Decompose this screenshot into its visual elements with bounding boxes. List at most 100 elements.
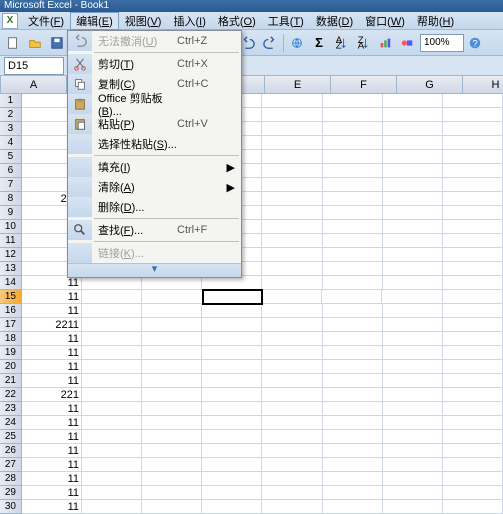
cell-H18[interactable]: [443, 332, 503, 346]
row-header-2[interactable]: 2: [0, 108, 22, 122]
cell-E17[interactable]: [262, 318, 322, 332]
menu-格式[interactable]: 格式(O): [212, 12, 262, 30]
cell-E7[interactable]: [262, 178, 322, 192]
cell-E29[interactable]: [262, 486, 322, 500]
cell-C16[interactable]: [142, 304, 202, 318]
cell-G26[interactable]: [383, 444, 443, 458]
chart-icon[interactable]: [375, 33, 395, 53]
row-header-16[interactable]: 16: [0, 304, 22, 318]
menu-item-剪切[interactable]: 剪切(T)Ctrl+X: [68, 54, 241, 74]
sort-desc-icon[interactable]: ZA: [353, 33, 373, 53]
cell-D17[interactable]: [202, 318, 262, 332]
cell-H25[interactable]: [443, 430, 503, 444]
cell-E18[interactable]: [262, 332, 322, 346]
cell-B16[interactable]: [82, 304, 142, 318]
cell-C24[interactable]: [142, 416, 202, 430]
cell-C25[interactable]: [142, 430, 202, 444]
cell-D26[interactable]: [202, 444, 262, 458]
cell-A27[interactable]: 11: [22, 458, 82, 472]
cell-C21[interactable]: [142, 374, 202, 388]
cell-B23[interactable]: [82, 402, 142, 416]
cell-B18[interactable]: [82, 332, 142, 346]
row-header-3[interactable]: 3: [0, 122, 22, 136]
cell-D29[interactable]: [202, 486, 262, 500]
new-icon[interactable]: [3, 33, 23, 53]
cell-E1[interactable]: [262, 94, 322, 108]
row-header-8[interactable]: 8: [0, 192, 22, 206]
cell-G27[interactable]: [383, 458, 443, 472]
cell-C26[interactable]: [142, 444, 202, 458]
cell-G2[interactable]: [383, 108, 443, 122]
cell-D15[interactable]: [202, 289, 263, 305]
cell-D20[interactable]: [202, 360, 262, 374]
row-header-22[interactable]: 22: [0, 388, 22, 402]
cell-H24[interactable]: [443, 416, 503, 430]
zoom-input[interactable]: 100%: [420, 34, 464, 52]
row-header-7[interactable]: 7: [0, 178, 22, 192]
menu-视图[interactable]: 视图(V): [119, 12, 168, 30]
cell-G20[interactable]: [383, 360, 443, 374]
cell-H26[interactable]: [443, 444, 503, 458]
cell-A22[interactable]: 221: [22, 388, 82, 402]
cell-G11[interactable]: [383, 234, 443, 248]
cell-F12[interactable]: [323, 248, 383, 262]
cell-H27[interactable]: [443, 458, 503, 472]
cell-A18[interactable]: 11: [22, 332, 82, 346]
menu-帮助[interactable]: 帮助(H): [411, 12, 460, 30]
col-header-G[interactable]: G: [397, 76, 463, 94]
cell-B22[interactable]: [82, 388, 142, 402]
cell-G10[interactable]: [383, 220, 443, 234]
cell-E28[interactable]: [262, 472, 322, 486]
cell-F26[interactable]: [323, 444, 383, 458]
cell-D18[interactable]: [202, 332, 262, 346]
cell-H17[interactable]: [443, 318, 503, 332]
cell-D23[interactable]: [202, 402, 262, 416]
cell-E30[interactable]: [262, 500, 322, 514]
menu-编辑[interactable]: 编辑(E): [70, 12, 119, 30]
cell-E13[interactable]: [262, 262, 322, 276]
cell-D30[interactable]: [202, 500, 262, 514]
cell-E12[interactable]: [262, 248, 322, 262]
cell-B27[interactable]: [82, 458, 142, 472]
cell-G18[interactable]: [383, 332, 443, 346]
row-header-10[interactable]: 10: [0, 220, 22, 234]
cell-H29[interactable]: [443, 486, 503, 500]
cell-G16[interactable]: [383, 304, 443, 318]
cell-H20[interactable]: [443, 360, 503, 374]
row-header-12[interactable]: 12: [0, 248, 22, 262]
cell-B19[interactable]: [82, 346, 142, 360]
cell-G28[interactable]: [383, 472, 443, 486]
cell-H21[interactable]: [443, 374, 503, 388]
menu-数据[interactable]: 数据(D): [310, 12, 359, 30]
row-header-19[interactable]: 19: [0, 346, 22, 360]
col-header-H[interactable]: H: [463, 76, 503, 94]
cell-D22[interactable]: [202, 388, 262, 402]
cell-G7[interactable]: [383, 178, 443, 192]
cell-E8[interactable]: [262, 192, 322, 206]
menu-item-填充[interactable]: 填充(I)▶: [68, 157, 241, 177]
cell-G14[interactable]: [383, 276, 443, 290]
row-header-5[interactable]: 5: [0, 150, 22, 164]
cell-H10[interactable]: [443, 220, 503, 234]
menu-item-查找[interactable]: 查找(F)...Ctrl+F: [68, 220, 241, 240]
autosum-icon[interactable]: Σ: [309, 33, 329, 53]
cell-D14[interactable]: [202, 276, 262, 290]
cell-G3[interactable]: [383, 122, 443, 136]
cell-B28[interactable]: [82, 472, 142, 486]
cell-F9[interactable]: [323, 206, 383, 220]
cell-C14[interactable]: [142, 276, 202, 290]
row-header-1[interactable]: 1: [0, 94, 22, 108]
cell-A19[interactable]: 11: [22, 346, 82, 360]
cell-H3[interactable]: [443, 122, 503, 136]
row-header-23[interactable]: 23: [0, 402, 22, 416]
cell-E22[interactable]: [262, 388, 322, 402]
cell-A26[interactable]: 11: [22, 444, 82, 458]
cell-D25[interactable]: [202, 430, 262, 444]
cell-B29[interactable]: [82, 486, 142, 500]
row-header-18[interactable]: 18: [0, 332, 22, 346]
cell-G5[interactable]: [383, 150, 443, 164]
cell-F29[interactable]: [323, 486, 383, 500]
cell-E20[interactable]: [262, 360, 322, 374]
row-header-6[interactable]: 6: [0, 164, 22, 178]
menu-文件[interactable]: 文件(F): [22, 12, 70, 30]
